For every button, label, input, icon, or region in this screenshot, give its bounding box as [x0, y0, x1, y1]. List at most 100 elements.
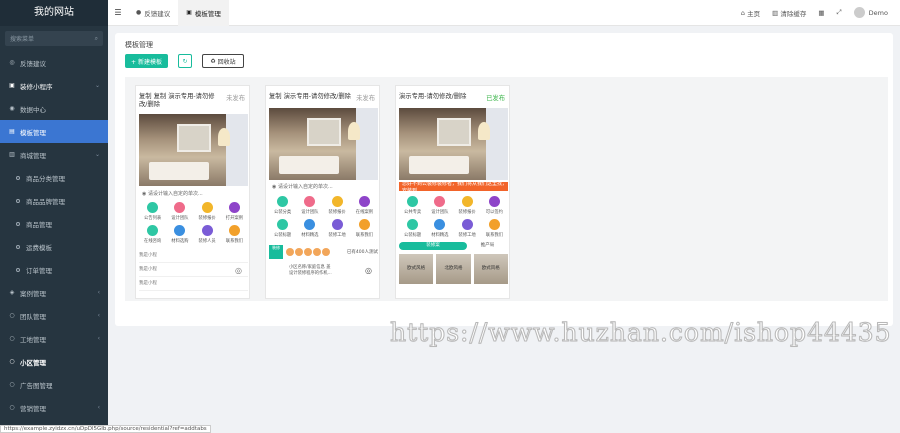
brand-title[interactable]: 我的网站 [0, 0, 108, 26]
sidebar-item-sites[interactable]: ○ 工地管理 ‹ [0, 327, 108, 350]
coin-row [286, 248, 330, 256]
clear-cache-button[interactable]: ▥ 清除缓存 [772, 8, 806, 18]
promo-info: 小区名称/家庭信息 盖 设计装修程序的作机... ◎ [269, 264, 378, 282]
fullscreen-button[interactable]: ⤢ [836, 8, 841, 17]
icon-label: 装修工地 [328, 233, 346, 238]
sidebar-item-mall[interactable]: ▥ 商城管理 ⌄ [0, 143, 108, 166]
refresh-button[interactable]: ↻ [178, 54, 192, 68]
case-thumbnail[interactable]: 北欧风格 [436, 254, 471, 284]
icon-label: 公装标题 [404, 233, 422, 238]
icon-label: 材料精选 [431, 233, 449, 238]
case-thumbnail[interactable]: 欧式风格 [399, 254, 434, 284]
sidebar-item-templates[interactable]: ▤ 模板管理 [0, 120, 108, 143]
chevron-down-icon: ⌄ [94, 82, 100, 89]
home-link[interactable]: ⌂ 主页 [741, 8, 760, 18]
case-tabs: 装修案 推产局 [399, 242, 508, 250]
icon-item: 在线咨询 [139, 225, 166, 244]
coin-icon [295, 248, 303, 256]
sidebar-item-team[interactable]: ○ 团队管理 ‹ [0, 304, 108, 327]
sidebar-item-cases[interactable]: ◈ 案例管理 ‹ [0, 281, 108, 304]
sidebar-item-data-center[interactable]: ◉ 数据中心 [0, 97, 108, 120]
sidebar-item-ads[interactable]: ○ 广告图管理 [0, 373, 108, 396]
material-icon [434, 219, 446, 230]
circle-icon [16, 244, 20, 249]
team-icon [304, 196, 316, 207]
icon-item: 装修报价 [454, 196, 481, 215]
layers-icon: ▦ [818, 8, 825, 17]
card-title: 复制 演示专用-请勿修改/删除 [269, 93, 351, 100]
promo-badge: 装修 [269, 245, 283, 259]
thumbnail-label: 北欧风格 [444, 266, 463, 271]
icon-item: 材料精选 [426, 219, 453, 238]
recycle-icon: ♻ [210, 57, 216, 65]
icon-item: 联系我们 [351, 219, 378, 238]
recycle-bin-button[interactable]: ♻ 回收站 [202, 54, 244, 68]
icon-item: 联系我们 [481, 219, 508, 238]
card-title: 演示专用-请勿修改/删除 [399, 93, 467, 100]
sidebar-item-miniapp[interactable]: ▣ 装修小程序 ⌄ [0, 74, 108, 97]
sidebar-item-brand[interactable]: 商品品牌管理 [0, 189, 108, 212]
avatar [853, 7, 865, 18]
icon-label: 材料精选 [301, 233, 319, 238]
sidebar-item-category[interactable]: 商品分类管理 [0, 166, 108, 189]
tab-label: 模板管理 [194, 9, 221, 18]
new-template-button[interactable]: + 新建模板 [125, 54, 168, 68]
sidebar-item-label: 商城管理 [20, 151, 46, 160]
list-icon [277, 196, 289, 207]
chevron-down-icon: ⌄ [94, 151, 100, 158]
case-thumbnail[interactable]: 欧式风格 [473, 254, 508, 284]
sidebar-item-label: 订单管理 [26, 266, 52, 275]
clear-cache-label: 清除缓存 [780, 9, 807, 18]
card-title: 复制 复制 演示专用-请勿修改/删除 [139, 93, 215, 108]
icon-item: 装修人员 [194, 225, 221, 244]
icon-label: 设计团队 [171, 216, 189, 221]
sidebar-item-feedback[interactable]: ◎ 反馈建议 [0, 51, 108, 74]
sidebar-item-products[interactable]: 商品管理 [0, 212, 108, 235]
icon-label: 公共专卖 [404, 210, 422, 215]
tab-products[interactable]: 推产局 [467, 242, 508, 250]
tab-feedback[interactable]: ● 反馈建议 [128, 0, 178, 26]
sidebar-search-input[interactable]: 搜索菜单 ⌕ [5, 31, 103, 46]
tab-templates[interactable]: ▣ 模板管理 [178, 0, 229, 26]
template-card[interactable]: 复制 复制 演示专用-请勿修改/删除 未发布 ◉ 请设计输入自定的单次... 公… [135, 85, 250, 299]
status-badge: 已发布 [486, 95, 505, 102]
list-item: 我是小程 [139, 252, 248, 263]
template-preview-image [399, 108, 508, 180]
menu-toggle-icon[interactable]: ☰ [108, 8, 128, 17]
material-icon [304, 219, 316, 230]
icon-item: 公共专卖 [399, 196, 426, 215]
icon-item: 装修报价 [324, 196, 351, 215]
list-item-title: 我是小程 [139, 281, 157, 286]
notice-bar: ◉ 请设计输入自定的单次... [269, 182, 378, 191]
coin-icon [313, 248, 321, 256]
tab-label: 反馈建议 [144, 9, 171, 18]
icon-item: 装修工地 [324, 219, 351, 238]
sidebar-item-label: 反馈建议 [20, 59, 46, 68]
sidebar-item-label: 运费模板 [26, 243, 52, 252]
icon-label: 材料选购 [171, 239, 189, 244]
sidebar-item-shipping[interactable]: 运费模板 [0, 235, 108, 258]
sidebar-item-marketing[interactable]: ○ 营销管理 ‹ [0, 396, 108, 419]
title-icon [277, 219, 289, 230]
template-card[interactable]: 复制 演示专用-请勿修改/删除 未发布 ◉ 请设计输入自定的单次... 公装分类… [265, 85, 380, 299]
page-title: 模板管理 [125, 41, 153, 49]
sidebar-item-orders[interactable]: 订单管理 [0, 258, 108, 281]
circle-icon [16, 198, 20, 203]
tab-cases[interactable]: 装修案 [399, 242, 467, 250]
template-preview-image [269, 108, 378, 180]
multitab-button[interactable]: ▦ [818, 9, 824, 17]
list-icon [147, 202, 159, 213]
template-card[interactable]: 演示专用-请勿修改/删除 已发布 您好不到公装修装修者，我们将从我们这里找，安装… [395, 85, 510, 299]
icon-label: 设计团队 [431, 210, 449, 215]
icon-item: 打开案例 [221, 202, 248, 221]
sidebar-item-label: 模板管理 [20, 128, 46, 137]
list-item-title: 我是小程 [139, 253, 157, 258]
speaker-icon: ◉ [272, 183, 277, 190]
icon-label: 装修报价 [328, 210, 346, 215]
sidebar-item-community[interactable]: ○ 小区管理 [0, 350, 108, 373]
user-menu[interactable]: Demo [853, 7, 888, 18]
feedback-icon: ◎ [9, 59, 15, 66]
case-thumbnails: 欧式风格 北欧风格 欧式风格 [399, 254, 508, 284]
phone-icon [358, 219, 370, 230]
status-badge: 未发布 [226, 95, 245, 102]
